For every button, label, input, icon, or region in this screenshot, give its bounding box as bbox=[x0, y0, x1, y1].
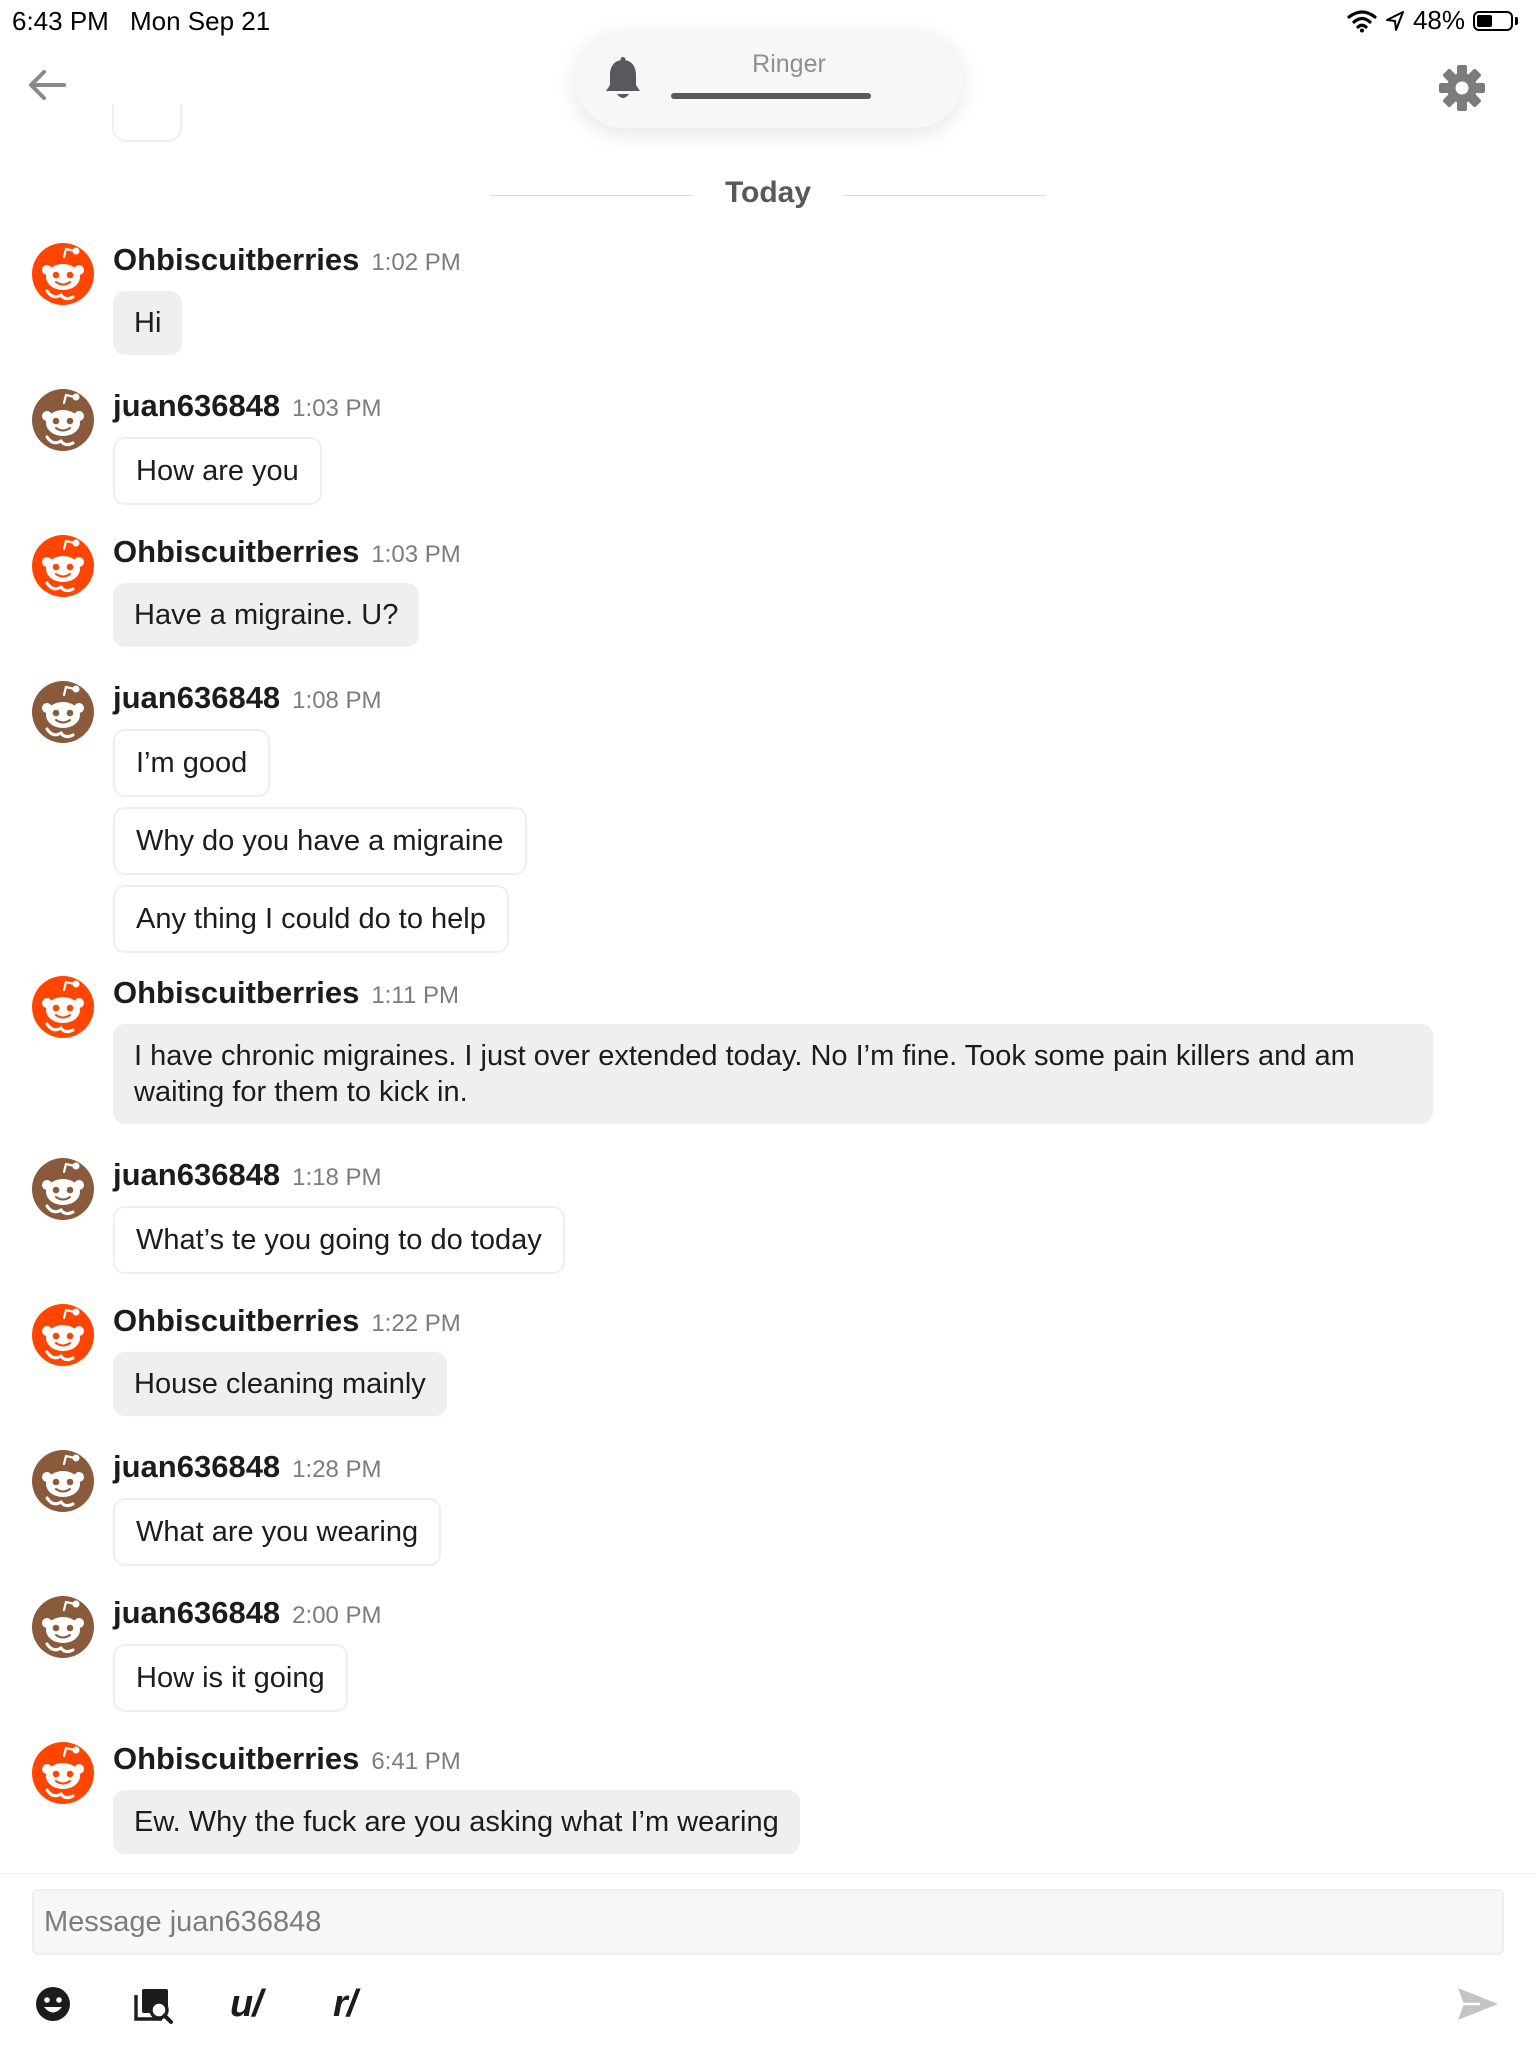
message-bubbles: What are you wearing bbox=[113, 1498, 442, 1576]
image-search-icon[interactable] bbox=[133, 1980, 173, 2028]
send-icon[interactable] bbox=[1456, 1980, 1500, 2028]
message-bubbles: How is it going bbox=[113, 1644, 348, 1722]
day-divider-label: Today bbox=[724, 176, 812, 209]
message-bubbles: I’m good Why do you have a migraine Any th… bbox=[113, 729, 527, 963]
message-bubble[interactable]: House cleaning mainly bbox=[113, 1352, 447, 1416]
username[interactable]: Ohbiscuitberries bbox=[113, 975, 359, 1010]
message-timestamp: 6:41 PM bbox=[371, 1748, 461, 1775]
message-timestamp: 1:28 PM bbox=[292, 1456, 382, 1483]
message-bubble[interactable]: I have chronic migraines. I just over ex… bbox=[113, 1024, 1433, 1124]
message-bubble[interactable]: How are you bbox=[113, 437, 322, 505]
avatar[interactable] bbox=[31, 975, 95, 1039]
message-bubbles: What’s te you going to do today bbox=[113, 1206, 565, 1284]
composer-divider bbox=[0, 1873, 1536, 1874]
message-header: Ohbiscuitberries 1:22 PM bbox=[113, 1303, 461, 1339]
subreddit-mention-button[interactable]: r/ bbox=[333, 1980, 357, 2028]
gear-icon[interactable] bbox=[1436, 62, 1488, 114]
message-header: Ohbiscuitberries 1:03 PM bbox=[113, 534, 461, 570]
message-bubbles: Ew. Why the fuck are you asking what I’m… bbox=[113, 1790, 800, 1864]
message-bubbles: House cleaning mainly bbox=[113, 1352, 447, 1426]
message-bubble[interactable]: Why do you have a migraine bbox=[113, 807, 527, 875]
battery-tip bbox=[1515, 16, 1518, 25]
avatar[interactable] bbox=[31, 680, 95, 744]
user-mention-button[interactable]: u/ bbox=[230, 1980, 263, 2028]
message-bubbles: How are you bbox=[113, 437, 322, 515]
username[interactable]: juan636848 bbox=[113, 680, 280, 715]
username[interactable]: juan636848 bbox=[113, 1157, 280, 1192]
message-header: juan636848 1:28 PM bbox=[113, 1449, 382, 1485]
ringer-label: Ringer bbox=[752, 50, 826, 78]
message-timestamp: 1:08 PM bbox=[292, 687, 382, 714]
message-timestamp: 1:22 PM bbox=[371, 1310, 461, 1337]
chat-screen: 6:43 PM Mon Sep 21 48% Ringer Today Ohbi… bbox=[0, 0, 1536, 2048]
username[interactable]: juan636848 bbox=[113, 1595, 280, 1630]
battery-percent: 48% bbox=[1412, 5, 1465, 35]
username[interactable]: Ohbiscuitberries bbox=[113, 1303, 359, 1338]
avatar[interactable] bbox=[31, 388, 95, 452]
message-header: juan636848 1:18 PM bbox=[113, 1157, 382, 1193]
avatar[interactable] bbox=[31, 1449, 95, 1513]
wifi-icon bbox=[1347, 9, 1377, 32]
back-arrow-icon[interactable] bbox=[24, 62, 70, 108]
username[interactable]: juan636848 bbox=[113, 388, 280, 423]
message-header: juan636848 1:08 PM bbox=[113, 680, 382, 716]
avatar[interactable] bbox=[31, 534, 95, 598]
previous-message-bubble bbox=[112, 104, 182, 142]
message-timestamp: 2:00 PM bbox=[292, 1602, 382, 1629]
message-header: Ohbiscuitberries 1:02 PM bbox=[113, 242, 461, 278]
message-bubble[interactable]: How is it going bbox=[113, 1644, 348, 1712]
message-bubbles: Hi bbox=[113, 291, 183, 365]
message-timestamp: 1:03 PM bbox=[292, 395, 382, 422]
message-bubble[interactable]: Any thing I could do to help bbox=[113, 885, 509, 953]
message-timestamp: 1:18 PM bbox=[292, 1164, 382, 1191]
emoji-icon[interactable] bbox=[34, 1980, 72, 2028]
battery-level bbox=[1477, 14, 1493, 27]
day-divider: Today bbox=[490, 176, 1046, 216]
message-timestamp: 1:02 PM bbox=[371, 249, 461, 276]
message-bubble[interactable]: Hi bbox=[113, 291, 183, 355]
avatar[interactable] bbox=[31, 1595, 95, 1659]
message-header: Ohbiscuitberries 1:11 PM bbox=[113, 975, 459, 1011]
ringer-hud: Ringer bbox=[575, 30, 963, 128]
status-time: 6:43 PM bbox=[12, 6, 109, 36]
message-timestamp: 1:03 PM bbox=[371, 541, 461, 568]
username[interactable]: Ohbiscuitberries bbox=[113, 1741, 359, 1776]
location-arrow-icon bbox=[1385, 10, 1404, 31]
message-bubble[interactable]: I’m good bbox=[113, 729, 271, 797]
username[interactable]: Ohbiscuitberries bbox=[113, 242, 359, 277]
avatar[interactable] bbox=[31, 1741, 95, 1805]
message-bubbles: I have chronic migraines. I just over ex… bbox=[113, 1024, 1433, 1134]
battery-icon bbox=[1473, 10, 1513, 31]
username[interactable]: Ohbiscuitberries bbox=[113, 534, 359, 569]
message-bubble[interactable]: Ew. Why the fuck are you asking what I’m… bbox=[113, 1790, 800, 1854]
message-bubbles: Have a migraine. U? bbox=[113, 583, 420, 657]
avatar[interactable] bbox=[31, 1157, 95, 1221]
divider-line-right bbox=[844, 195, 1046, 196]
username[interactable]: juan636848 bbox=[113, 1449, 280, 1484]
message-bubble[interactable]: What are you wearing bbox=[113, 1498, 442, 1566]
message-bubble[interactable]: Have a migraine. U? bbox=[113, 583, 420, 647]
ringer-volume-bar bbox=[671, 93, 871, 99]
message-header: juan636848 2:00 PM bbox=[113, 1595, 382, 1631]
message-bubble[interactable]: What’s te you going to do today bbox=[113, 1206, 565, 1274]
avatar[interactable] bbox=[31, 1303, 95, 1367]
status-date: Mon Sep 21 bbox=[130, 6, 271, 36]
status-right: 48% bbox=[1347, 5, 1518, 36]
message-timestamp: 1:11 PM bbox=[371, 982, 459, 1009]
message-header: Ohbiscuitberries 6:41 PM bbox=[113, 1741, 461, 1777]
message-header: juan636848 1:03 PM bbox=[113, 388, 382, 424]
avatar[interactable] bbox=[31, 242, 95, 306]
message-input[interactable] bbox=[32, 1889, 1504, 1955]
